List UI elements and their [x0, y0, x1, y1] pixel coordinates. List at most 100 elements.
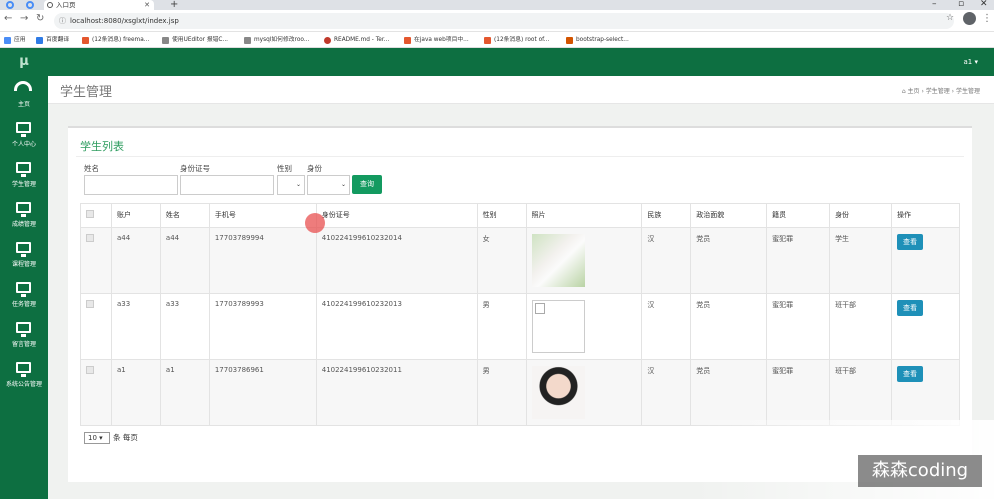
table-row: a44 a44 17703789994 410224199610232014 女… — [80, 227, 961, 294]
bookmark-icon — [324, 37, 331, 44]
apps-icon — [4, 37, 11, 44]
bookmark-item[interactable]: 在java web项目中... — [404, 35, 469, 45]
page-title: 学生管理 — [60, 85, 113, 100]
view-button[interactable]: 查看 — [896, 300, 923, 316]
identity-filter-label: 身份 — [307, 164, 322, 173]
account-cell: a44 — [110, 227, 161, 294]
bookmark-item[interactable]: 使用UEditor 报错C... — [162, 35, 228, 45]
idcard-filter-input[interactable] — [180, 175, 274, 195]
info-icon: ⓘ — [59, 17, 66, 25]
idcard-filter-label: 身份证号 — [180, 164, 210, 173]
phone-cell: 17703789994 — [208, 227, 317, 294]
user-menu[interactable]: a1 ▾ — [964, 48, 978, 76]
maximize-icon[interactable]: ▫ — [958, 0, 964, 9]
gender-cell: 男 — [476, 293, 527, 360]
column-header[interactable]: 性别 — [476, 203, 527, 228]
url-field[interactable]: ⓘ localhost:8080/xsglxt/index.jsp — [54, 13, 954, 29]
sidebar-item-tasks[interactable]: 任务管理 — [0, 276, 48, 316]
account-cell: a33 — [110, 293, 161, 360]
row-select-cell — [80, 293, 112, 360]
watermark: 森森coding — [858, 455, 982, 487]
ethnic-cell: 汉 — [641, 227, 692, 294]
bookmark-icon — [162, 37, 169, 44]
url-text: localhost:8080/xsglxt/index.jsp — [70, 17, 179, 25]
sidebar-item-grades[interactable]: 成绩管理 — [0, 196, 48, 236]
back-icon[interactable]: ← — [4, 13, 12, 24]
view-button[interactable]: 查看 — [896, 366, 923, 382]
sidebar-item-profile[interactable]: 个人中心 — [0, 116, 48, 156]
monitor-icon — [16, 242, 31, 257]
minimize-icon[interactable]: – — [932, 0, 937, 9]
page-size-select[interactable]: 10 ▾ — [84, 432, 110, 444]
name-cell: a44 — [159, 227, 210, 294]
identity-cell: 学生 — [829, 227, 892, 294]
political-cell: 党员 — [690, 359, 768, 426]
star-icon[interactable]: ☆ — [946, 13, 954, 23]
bookmark-item[interactable]: (12条消息) freema... — [82, 35, 149, 45]
bookmark-item[interactable]: mysql如何修改roo... — [244, 35, 309, 45]
column-header[interactable]: 身份证号 — [315, 203, 478, 228]
gender-select[interactable]: ⌄ — [277, 175, 305, 195]
row-checkbox[interactable] — [86, 366, 94, 374]
divider — [76, 156, 964, 157]
select-all-cell — [80, 203, 112, 228]
column-header[interactable]: 照片 — [525, 203, 643, 228]
app-logo[interactable]: μ — [0, 48, 48, 76]
reload-icon[interactable]: ↻ — [36, 13, 44, 24]
bookmark-icon — [404, 37, 411, 44]
row-checkbox[interactable] — [86, 234, 94, 242]
idcard-cell: 410224199610232014 — [315, 227, 478, 294]
column-header[interactable]: 姓名 — [159, 203, 210, 228]
bookmark-icon — [36, 37, 43, 44]
column-header[interactable]: 政治面貌 — [690, 203, 768, 228]
row-checkbox[interactable] — [86, 300, 94, 308]
chrome-icon[interactable] — [26, 1, 34, 9]
browser-tab[interactable]: 入口页 ✕ — [44, 0, 154, 10]
bookmark-item[interactable]: README.md - Ter... — [324, 35, 389, 45]
column-header[interactable]: 身份 — [829, 203, 892, 228]
menu-icon[interactable]: ⋮ — [982, 13, 992, 24]
political-cell: 党员 — [690, 227, 768, 294]
new-tab-icon[interactable]: + — [170, 0, 178, 10]
sidebar-item-courses[interactable]: 课程管理 — [0, 236, 48, 276]
column-header[interactable]: 民族 — [641, 203, 692, 228]
view-button[interactable]: 查看 — [896, 234, 923, 250]
close-window-icon[interactable]: ✕ — [980, 0, 988, 9]
dashboard-icon — [14, 81, 32, 91]
monitor-icon — [16, 322, 31, 337]
broken-image-icon — [531, 300, 585, 353]
address-bar: ← → ↻ ⓘ localhost:8080/xsglxt/index.jsp … — [0, 10, 994, 32]
action-cell: 查看 — [890, 359, 961, 426]
chrome-icon[interactable] — [6, 1, 14, 9]
bookmark-item[interactable]: (12条消息) root of... — [484, 35, 549, 45]
bookmark-item[interactable]: 百度翻译 — [36, 35, 69, 45]
chevron-down-icon: ⌄ — [340, 181, 346, 188]
browser-tab-strip: 入口页 ✕ + – ▫ ✕ — [0, 0, 994, 10]
forward-icon[interactable]: → — [20, 13, 28, 24]
student-photo — [531, 234, 585, 287]
sidebar-item-students[interactable]: 学生管理 — [0, 156, 48, 196]
column-header[interactable]: 籍贯 — [766, 203, 831, 228]
search-button[interactable]: 查询 — [352, 175, 382, 194]
bookmark-apps[interactable]: 应用 — [4, 35, 26, 45]
ethnic-cell: 汉 — [641, 359, 692, 426]
bookmark-icon — [484, 37, 491, 44]
close-icon[interactable]: ✕ — [144, 0, 150, 10]
account-icon[interactable] — [963, 12, 976, 25]
select-all-checkbox[interactable] — [86, 210, 94, 218]
identity-select[interactable]: ⌄ — [307, 175, 350, 195]
sidebar-item-announcements[interactable]: 系统公告管理 — [0, 356, 48, 396]
column-header[interactable]: 手机号 — [208, 203, 317, 228]
gender-cell: 男 — [476, 359, 527, 426]
sidebar-item-messages[interactable]: 留言管理 — [0, 316, 48, 356]
panel-title: 学生列表 — [80, 140, 124, 153]
row-select-cell — [80, 359, 112, 426]
column-header[interactable]: 账户 — [110, 203, 161, 228]
monitor-icon — [16, 162, 31, 177]
name-filter-input[interactable] — [84, 175, 178, 195]
breadcrumb[interactable]: ⌂ 主页 › 学生管理 › 学生管理 — [902, 86, 980, 95]
action-cell: 查看 — [890, 227, 961, 294]
sidebar-item-home[interactable]: 主页 — [0, 76, 48, 116]
bookmark-item[interactable]: bootstrap-select... — [566, 35, 629, 45]
pagination: 10 ▾ 条 每页 — [84, 432, 138, 444]
